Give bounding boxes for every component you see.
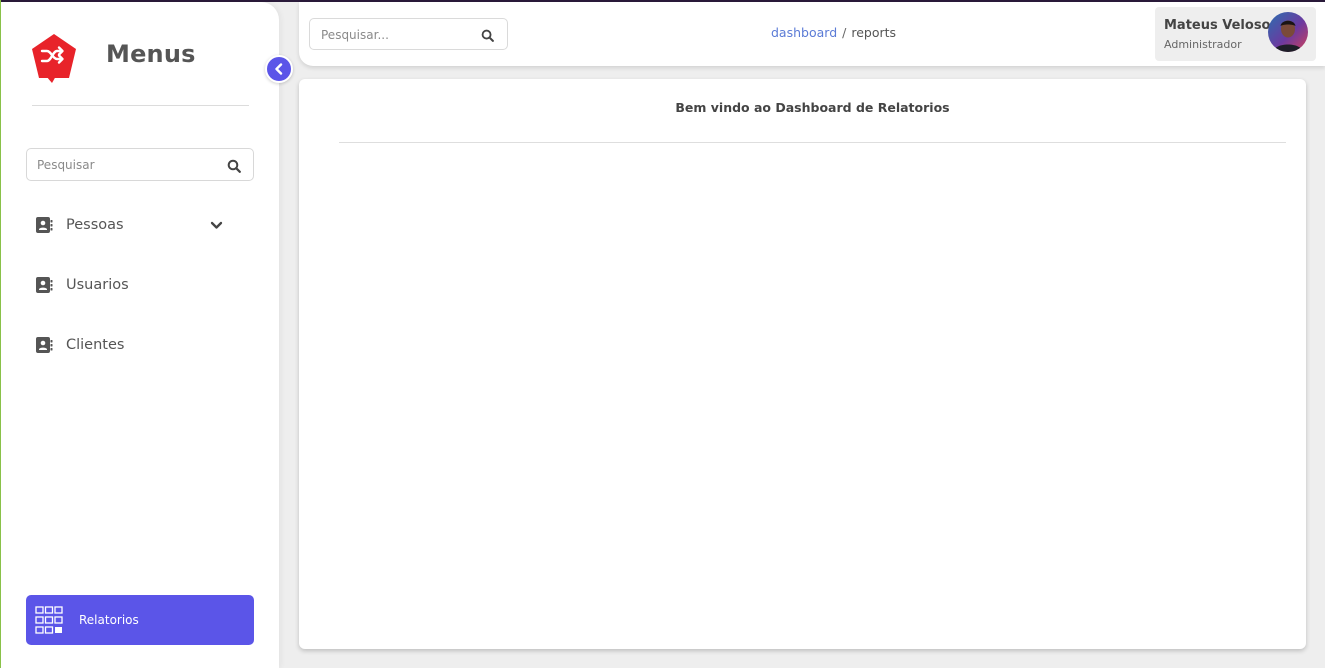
main-panel: Bem vindo ao Dashboard de Relatorios (299, 79, 1306, 649)
brand-logo-icon (29, 32, 79, 84)
sidebar-search-input[interactable] (37, 156, 217, 174)
breadcrumb-link-dashboard[interactable]: dashboard (771, 25, 837, 40)
chevron-down-icon[interactable] (210, 219, 223, 232)
user-role: Administrador (1164, 38, 1242, 51)
search-icon[interactable] (227, 159, 241, 173)
panel-divider (339, 142, 1286, 143)
sidebar-search (26, 148, 254, 181)
search-icon[interactable] (481, 29, 494, 42)
reports-button-label: Relatorios (79, 613, 139, 627)
sidebar-item-label: Clientes (66, 337, 125, 353)
sidebar-item-clientes[interactable]: Clientes (35, 332, 235, 358)
sidebar: Menus Pessoas Usuario (1, 2, 279, 668)
chevron-left-icon (275, 63, 283, 75)
user-name: Mateus Veloso (1164, 18, 1271, 33)
top-bar: dashboard / reports Mateus Veloso Admini… (299, 2, 1325, 66)
user-profile[interactable]: Mateus Veloso Administrador (1155, 7, 1316, 61)
contact-book-icon (36, 337, 53, 353)
grid-icon (35, 606, 63, 634)
reports-button[interactable]: Relatorios (26, 595, 254, 645)
sidebar-item-label: Pessoas (66, 217, 124, 233)
sidebar-item-pessoas[interactable]: Pessoas (35, 212, 235, 238)
collapse-sidebar-button[interactable] (265, 55, 293, 83)
topbar-search (309, 18, 508, 50)
breadcrumb-separator: / (842, 25, 847, 40)
brand-title: Menus (106, 40, 196, 68)
brand-divider (32, 105, 249, 106)
sidebar-item-label: Usuarios (66, 277, 129, 293)
avatar[interactable] (1268, 12, 1308, 52)
sidebar-item-usuarios[interactable]: Usuarios (35, 272, 235, 298)
contact-book-icon (36, 217, 53, 233)
topbar-search-input[interactable] (321, 26, 471, 44)
breadcrumb-current: reports (851, 25, 897, 40)
page-title: Bem vindo ao Dashboard de Relatorios (675, 100, 950, 115)
breadcrumb: dashboard / reports (771, 25, 896, 40)
contact-book-icon (36, 277, 53, 293)
